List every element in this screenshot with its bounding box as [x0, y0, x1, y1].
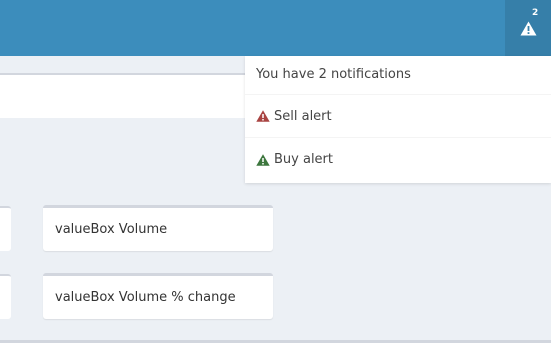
value-box-label: valueBox Volume % change [55, 290, 236, 305]
value-box-volume-change: valueBox Volume % change [43, 273, 273, 319]
warning-icon [520, 21, 536, 35]
value-box-partial [0, 274, 11, 319]
notification-count-badge: 2 [532, 8, 539, 18]
notifications-dropdown: You have 2 notifications Sell alert Buy … [245, 56, 551, 183]
top-navbar: 2 [0, 0, 551, 56]
warning-icon [256, 153, 270, 166]
notification-item-buy-alert[interactable]: Buy alert [245, 138, 551, 181]
warning-icon [256, 110, 270, 122]
notifications-header: You have 2 notifications [245, 56, 551, 95]
notification-label: Buy alert [274, 152, 334, 167]
value-box-label: valueBox Volume [55, 222, 168, 237]
notification-label: Sell alert [274, 108, 332, 124]
notifications-toggle[interactable]: 2 [505, 0, 551, 56]
value-box-volume: valueBox Volume [43, 205, 273, 251]
value-box-partial [0, 206, 11, 251]
notification-item-sell-alert[interactable]: Sell alert [245, 95, 551, 138]
